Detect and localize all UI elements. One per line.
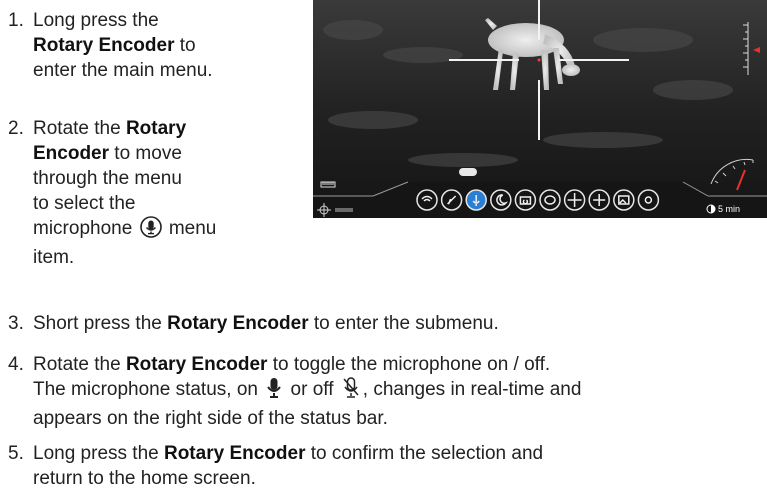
rotary-encoder-label: Rotary Encoder [167, 313, 309, 334]
step-number: 3. [8, 313, 24, 334]
microphone-menu-icon [139, 216, 162, 245]
timer-display: 5 min [706, 204, 740, 214]
step-number: 1. [8, 10, 24, 31]
rotary-encoder-label: Encoder [33, 143, 110, 164]
step-text: enter the main menu. [33, 60, 213, 81]
rotary-encoder-label: Rotary Encoder [163, 443, 306, 464]
microphone-icon [465, 189, 487, 211]
rotary-encoder-label: Rotary Encoder [125, 354, 268, 375]
step-number: 2. [8, 118, 24, 139]
step-number: 4. [8, 354, 24, 375]
timer-label: 5 min [718, 204, 740, 214]
thermal-scope-screenshot: 5 min [313, 0, 767, 218]
microphone-off-icon [341, 377, 361, 406]
rotary-encoder-label: Rotary Encoder [33, 35, 175, 56]
rotary-encoder-label: Rotary [125, 118, 187, 139]
step-text: Long press the [33, 10, 159, 31]
microphone-on-icon [265, 377, 283, 406]
toggle-indicator [459, 168, 477, 176]
step-number: 5. [8, 443, 24, 464]
